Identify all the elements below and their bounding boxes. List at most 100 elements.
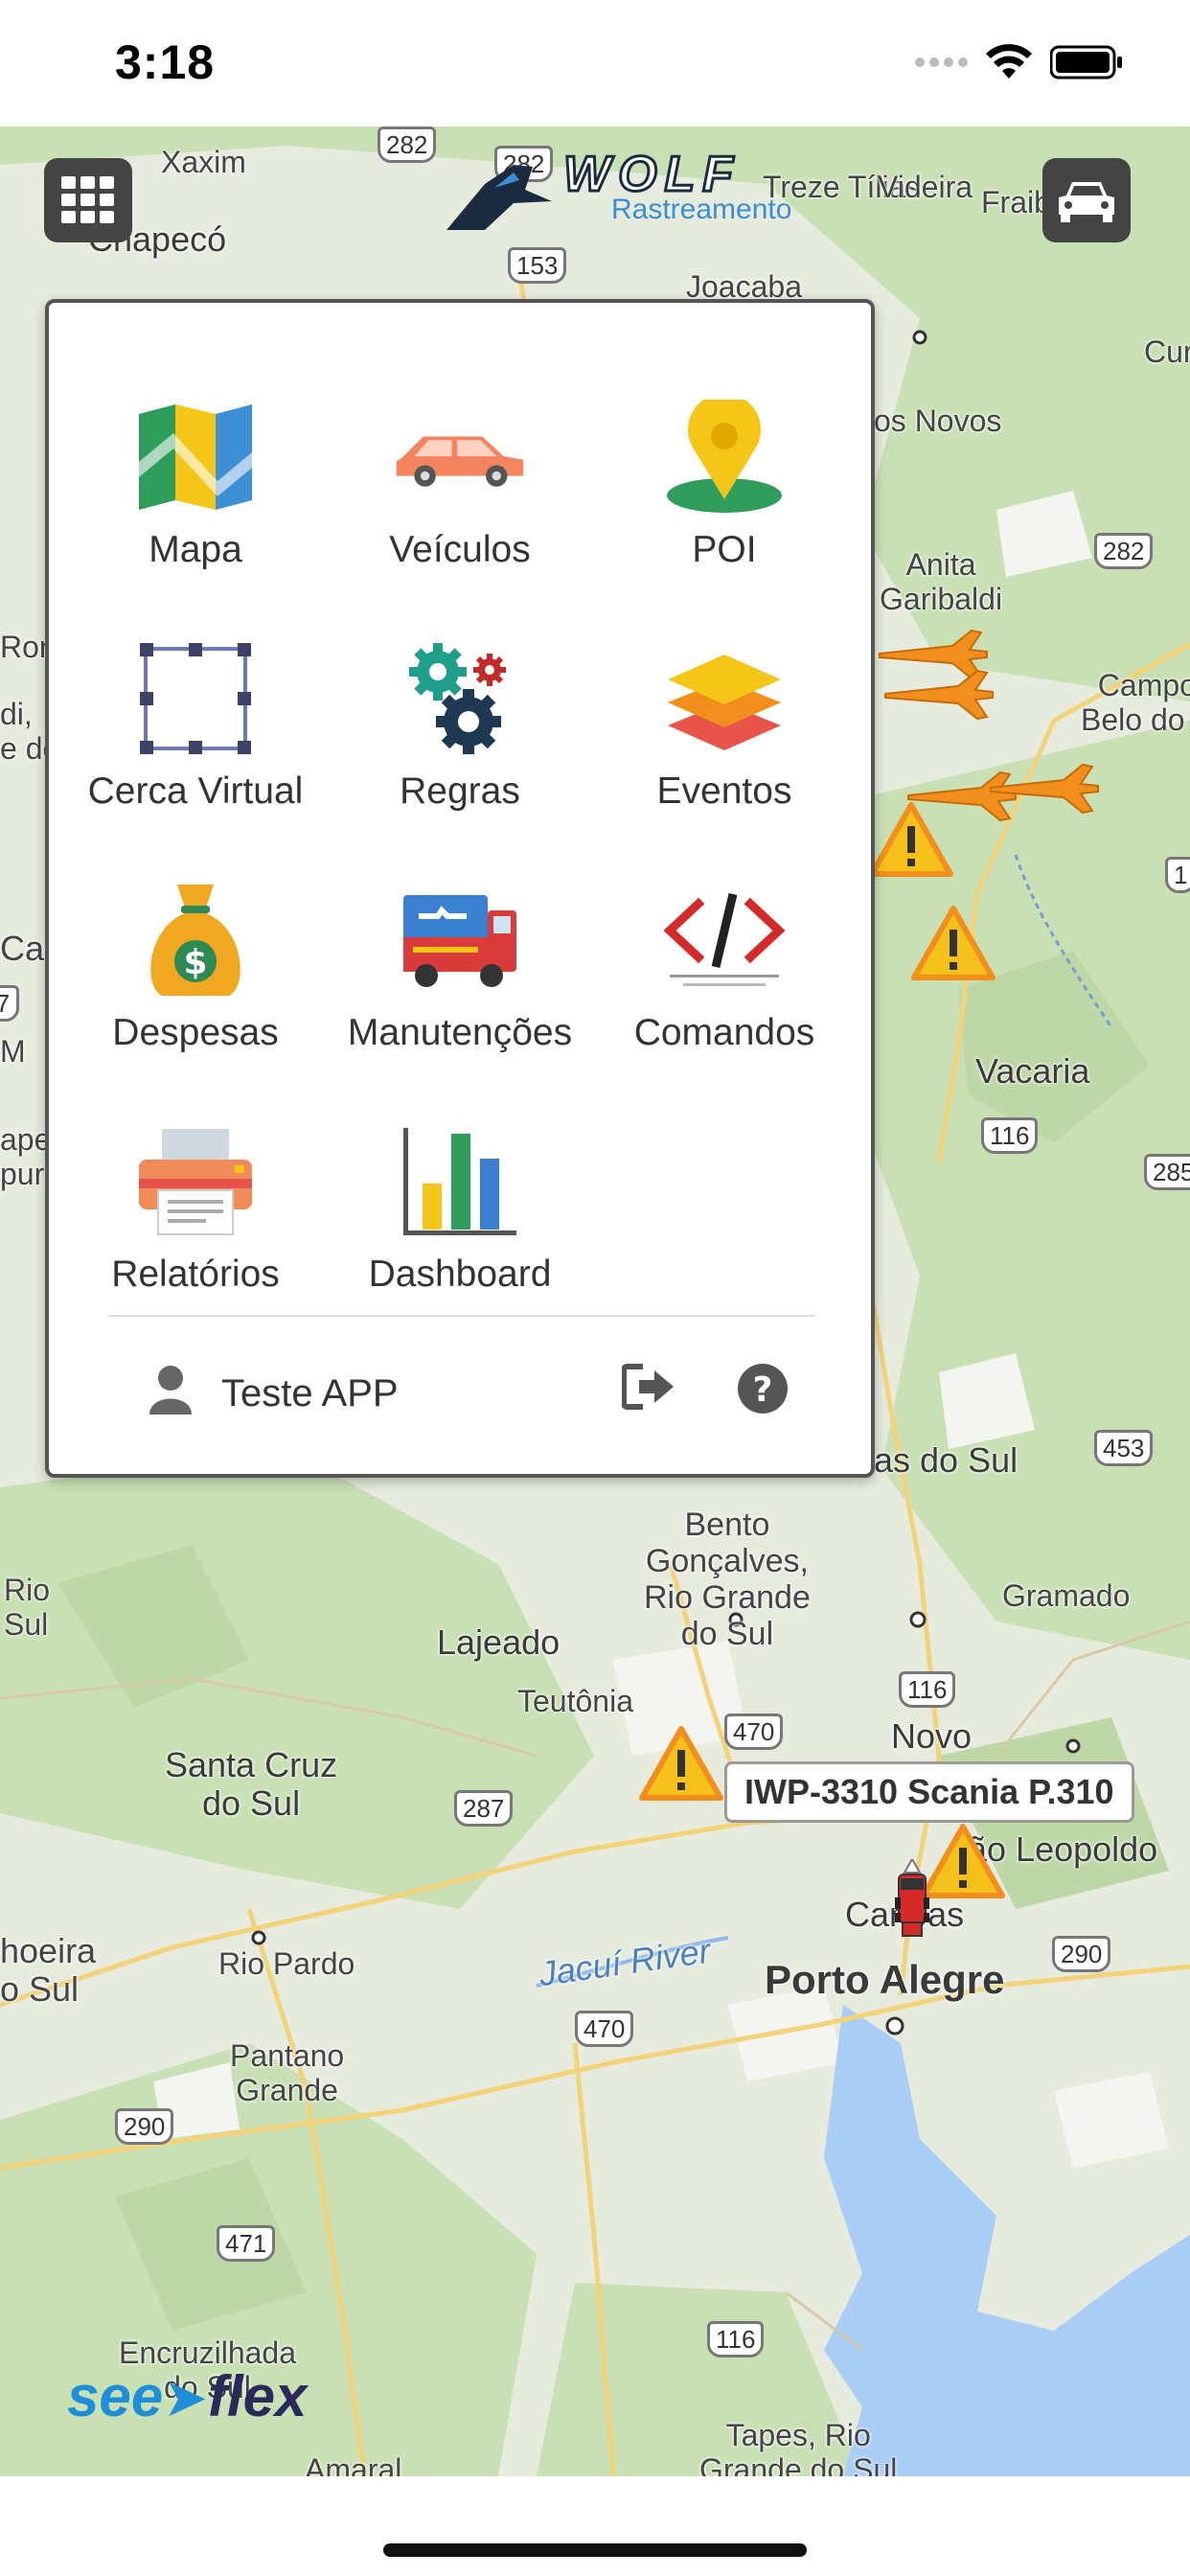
place-label: Cur: [1144, 334, 1190, 369]
arrow-icon: ➤: [163, 2367, 209, 2427]
menu-item-label: POI: [692, 529, 757, 570]
code-icon: [664, 892, 785, 986]
menu-item-despesas[interactable]: $ Despesas: [63, 878, 328, 1119]
place-label: as do Sul: [874, 1440, 1018, 1480]
signal-icon: [915, 58, 968, 67]
place-label: Gramado: [1002, 1578, 1131, 1613]
logo-see-text: see: [67, 2364, 164, 2428]
wifi-icon: [986, 44, 1032, 79]
vehicle-icon: [396, 436, 524, 487]
status-bar: 3:18: [0, 0, 1190, 126]
vehicles-button[interactable]: [1042, 158, 1131, 242]
place-label: Anita Garibaldi: [880, 547, 1003, 616]
menu-item-cerca-virtual[interactable]: Cerca Virtual: [63, 636, 328, 878]
warning-marker-icon[interactable]: [868, 801, 954, 878]
menu-item-relatorios[interactable]: Relatórios: [63, 1119, 328, 1361]
menu-item-label: Despesas: [112, 1012, 279, 1053]
place-label: Rio Pardo: [218, 1946, 355, 1981]
road-shield: 282: [378, 126, 437, 163]
user-row: Teste APP ?: [49, 1338, 871, 1443]
menu-item-label: Relatórios: [111, 1254, 280, 1295]
car-icon: [1059, 182, 1114, 222]
place-label: M: [0, 1034, 26, 1069]
place-label: Porto Alegre: [765, 1957, 1005, 2002]
place-label: Fraib: [981, 185, 1051, 219]
money-bag-icon: $: [150, 885, 240, 996]
road-shield: 470: [724, 1714, 784, 1750]
place-label: hoeira o Sul: [0, 1931, 97, 2010]
warning-marker-icon[interactable]: [638, 1725, 724, 1802]
place-label: Novo: [891, 1716, 973, 1756]
status-icons: [915, 44, 1123, 80]
warning-marker-icon[interactable]: [910, 905, 996, 981]
place-label: Amaral: [305, 2452, 402, 2476]
menu-item-label: Comandos: [633, 1012, 815, 1053]
place-label: Rio Sul: [4, 1573, 51, 1642]
place-label: os Novos: [874, 403, 1002, 438]
place-label: Xaxim: [161, 145, 246, 179]
printer-icon: [139, 1129, 252, 1235]
maintenance-truck-icon: [403, 895, 516, 987]
menu-item-label: Eventos: [656, 770, 792, 812]
road-shield: 470: [575, 2011, 634, 2047]
road-shield: 7: [0, 985, 19, 1022]
menu-item-label: Veículos: [389, 529, 531, 570]
grid-icon: [61, 176, 114, 223]
road-shield: 290: [115, 2108, 174, 2145]
place-label: Santa Cruz do Sul: [165, 1745, 338, 1824]
menu-item-regras[interactable]: Regras: [328, 636, 592, 878]
place-label: Campo Belo do S: [1081, 668, 1190, 737]
layers-icon: [668, 655, 781, 750]
user-name: Teste APP: [221, 1372, 399, 1414]
road-shield: 116: [707, 2321, 765, 2358]
logo-flex-text: flex: [208, 2364, 308, 2428]
place-label: ape pur: [0, 1122, 52, 1191]
menu-item-veiculos[interactable]: Veículos: [328, 395, 592, 636]
logout-icon[interactable]: [622, 1363, 675, 1411]
road-shield: 287: [454, 1790, 514, 1827]
menu-item-manutencoes[interactable]: Manutenções: [328, 878, 592, 1119]
menu-divider: [108, 1315, 815, 1317]
menu-grid: Mapa Veículos POI Cerca Virtual Regras E…: [49, 395, 871, 1361]
seeflex-logo: see➤flex: [67, 2363, 307, 2429]
road-shield: 282: [1094, 533, 1154, 569]
menu-item-label: Manutenções: [347, 1012, 573, 1053]
bar-chart-icon: [403, 1128, 516, 1235]
battery-icon: [1050, 45, 1122, 80]
place-label: Bento Gonçalves, Rio Grande do Sul: [644, 1506, 811, 1653]
main-menu-panel: Mapa Veículos POI Cerca Virtual Regras E…: [45, 299, 875, 1478]
event-marker-icon[interactable]: [987, 759, 1102, 816]
poi-pin-icon: [667, 400, 782, 513]
road-shield: 1: [1165, 857, 1190, 893]
road-shield: 153: [508, 247, 567, 284]
home-indicator[interactable]: [383, 2543, 807, 2557]
menu-item-mapa[interactable]: Mapa: [63, 395, 328, 636]
menu-grid-button[interactable]: [44, 158, 132, 242]
geofence-icon: [140, 643, 251, 754]
help-icon[interactable]: ?: [737, 1363, 789, 1414]
truck-marker-icon[interactable]: [891, 1859, 933, 1945]
event-marker-icon[interactable]: [881, 665, 996, 723]
place-label: Vacaria: [975, 1051, 1090, 1091]
home-indicator-area: [0, 2476, 1190, 2576]
road-shield: 290: [1052, 1936, 1111, 1972]
svg-text:$: $: [183, 943, 207, 982]
svg-text:?: ?: [753, 1370, 773, 1410]
menu-item-dashboard[interactable]: Dashboard: [328, 1119, 592, 1361]
map-icon: [139, 404, 252, 510]
menu-item-poi[interactable]: POI: [592, 395, 857, 636]
place-label: Lajeado: [437, 1622, 561, 1662]
road-shield: 116: [899, 1671, 956, 1708]
road-shield: 285: [1144, 1154, 1190, 1190]
road-shield: 453: [1094, 1430, 1154, 1466]
menu-item-comandos[interactable]: Comandos: [592, 878, 857, 1119]
menu-item-eventos[interactable]: Eventos: [592, 636, 857, 878]
road-shield: 116: [981, 1117, 1039, 1154]
vehicle-info-label[interactable]: IWP-3310 Scania P.310: [724, 1761, 1134, 1823]
place-label: Pantano Grande: [230, 2038, 345, 2107]
place-label: Tapes, Rio Grande do Sul: [699, 2418, 898, 2476]
place-label: Videira: [878, 170, 973, 204]
menu-item-label: Regras: [400, 770, 520, 812]
user-icon: [149, 1366, 192, 1414]
menu-item-label: Mapa: [149, 529, 242, 570]
